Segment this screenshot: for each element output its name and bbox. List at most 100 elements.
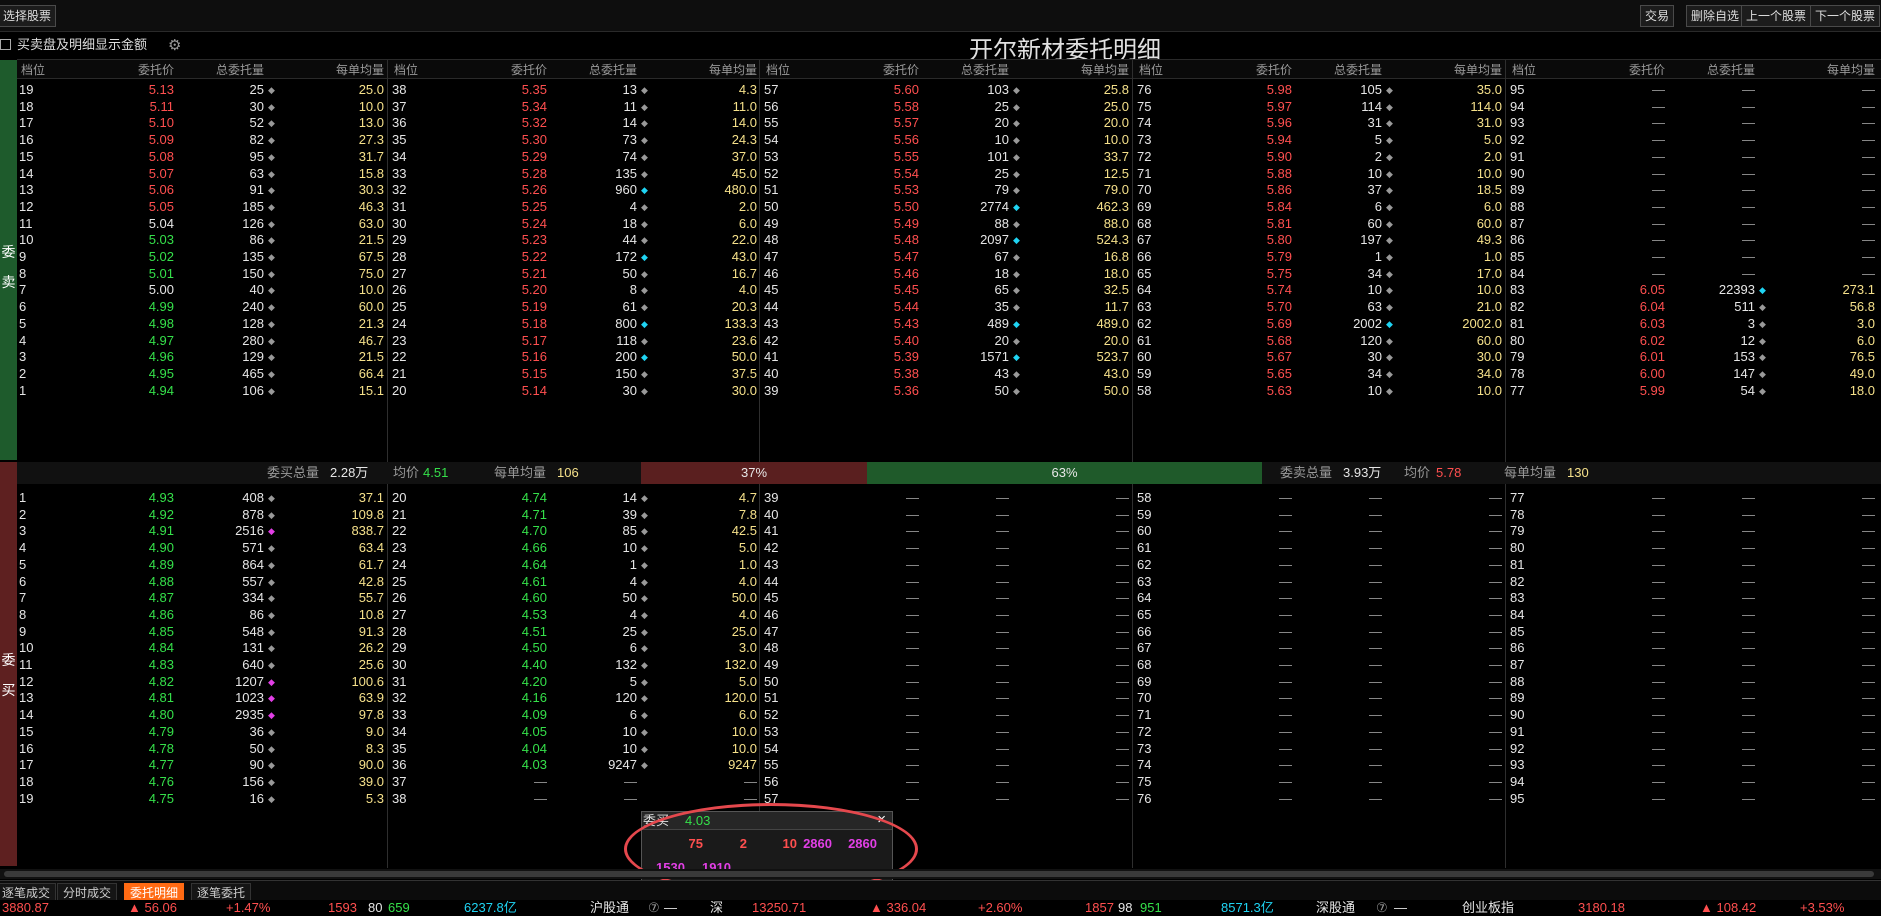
column-divider xyxy=(387,60,388,462)
header-price: 委托价 xyxy=(1255,63,1292,77)
level-cell: 38 xyxy=(392,790,407,806)
tab-tick-orders[interactable]: 逐笔委托 xyxy=(191,883,252,901)
status-item: 创业板指 xyxy=(1462,900,1515,915)
sell-side-label: 委卖 xyxy=(0,60,17,460)
price-cell: — xyxy=(1652,790,1665,806)
sell-total-value: 3.93万 xyxy=(1343,465,1382,480)
price-cell: 5.63 xyxy=(1266,382,1292,398)
sell-avg-label: 均价 xyxy=(1404,465,1431,480)
header-avg-volume: 每单均量 xyxy=(1080,63,1129,77)
status-item: 98 xyxy=(1118,900,1133,915)
avg-volume-cell: 15.1 xyxy=(358,382,384,398)
status-item: 80 xyxy=(368,900,383,915)
tab-order-detail[interactable]: 委托明细 xyxy=(124,883,185,901)
price-cell: 5.36 xyxy=(893,382,919,398)
sell-ratio-bar: 63% xyxy=(867,462,1262,484)
level-cell: 19 xyxy=(19,790,34,806)
volume-cell: — xyxy=(1369,790,1382,806)
header-avg-volume: 每单均量 xyxy=(708,63,757,77)
header-level: 档位 xyxy=(21,63,46,77)
status-item: +2.60% xyxy=(978,900,1023,915)
status-item: 沪股通 xyxy=(590,900,630,915)
status-item: 6237.8亿 xyxy=(464,900,517,915)
header-avg-volume: 每单均量 xyxy=(1826,63,1875,77)
market-status-bar: 3880.87 ▲ 56.06 +1.47% 1593 80 659 6237.8亿 沪股通 ⑦… xyxy=(0,900,1881,916)
buy-side-char-2: 买 xyxy=(1,683,16,699)
status-item: 1593 xyxy=(328,900,357,915)
sell-side-char-1: 委 xyxy=(1,245,16,261)
status-item: 深股通 xyxy=(1316,900,1356,915)
price-cell: 5.99 xyxy=(1639,382,1665,398)
next-stock-button[interactable]: 下一个股票 xyxy=(1810,5,1881,27)
column-divider xyxy=(1132,60,1133,462)
scrollbar-thumb[interactable] xyxy=(4,871,1874,877)
remove-watchlist-button[interactable]: 删除自选 xyxy=(1686,5,1745,27)
prev-stock-button[interactable]: 上一个股票 xyxy=(1741,5,1812,27)
header-price: 委托价 xyxy=(137,63,174,77)
level-cell: 58 xyxy=(1137,382,1152,398)
status-item: ⑦ xyxy=(1376,900,1388,915)
status-item: ⑦ xyxy=(648,900,660,915)
header-level: 档位 xyxy=(394,63,419,77)
header-level: 档位 xyxy=(766,63,791,77)
column-divider xyxy=(1505,484,1506,868)
level-cell: 39 xyxy=(764,382,779,398)
header-total-volume: 总委托量 xyxy=(215,63,264,77)
volume-cell: 106 xyxy=(242,382,264,398)
status-item: 659 xyxy=(388,900,410,915)
tab-time-trades[interactable]: 分时成交 xyxy=(57,883,118,901)
buy-avg-label: 均价 xyxy=(393,465,420,480)
sell-per-label: 每单均量 xyxy=(1504,465,1557,480)
status-item: 1857 xyxy=(1085,900,1114,915)
status-item: +3.53% xyxy=(1800,900,1845,915)
status-item: — xyxy=(1394,900,1407,915)
price-cell: — xyxy=(534,790,547,806)
header-level: 档位 xyxy=(1139,63,1164,77)
status-item: 13250.71 xyxy=(752,900,807,915)
status-item: — xyxy=(664,900,677,915)
tab-tick-trades[interactable]: 逐笔成交 xyxy=(0,883,57,901)
buy-per-value: 106 xyxy=(557,465,579,480)
column-divider xyxy=(1505,60,1506,462)
status-item: ▲ 56.06 xyxy=(128,900,178,915)
buy-side-char-1: 委 xyxy=(1,653,16,669)
buy-per-label: 每单均量 xyxy=(494,465,547,480)
avg-volume-cell: 10.0 xyxy=(1476,382,1502,398)
status-item: ▲ 108.42 xyxy=(1700,900,1757,915)
volume-cell: 30 xyxy=(622,382,637,398)
avg-volume-cell: — xyxy=(1862,790,1875,806)
buy-side-label: 委买 xyxy=(0,462,17,866)
column-header-row: 档位 委托价 总委托量 每单均量 档位 委托价 总委托量 每单均量 档位 委托价 总委托量 每单均量档… xyxy=(17,59,1881,79)
avg-volume-cell: 50.0 xyxy=(1103,382,1129,398)
header-price: 委托价 xyxy=(882,63,919,77)
header-total-volume: 总委托量 xyxy=(1333,63,1382,77)
price-cell: — xyxy=(1279,790,1292,806)
horizontal-scrollbar[interactable] xyxy=(0,869,1881,879)
volume-cell: — xyxy=(624,790,637,806)
header-total-volume: 总委托量 xyxy=(588,63,637,77)
header-total-volume: 总委托量 xyxy=(1706,63,1755,77)
avg-volume-cell: — xyxy=(1489,790,1502,806)
sell-per-value: 130 xyxy=(1567,465,1589,480)
buy-avg-value: 4.51 xyxy=(423,465,449,480)
status-item: 8571.3亿 xyxy=(1221,900,1274,915)
sell-avg-value: 5.78 xyxy=(1436,465,1462,480)
trade-button[interactable]: 交易 xyxy=(1640,5,1675,27)
sell-side-char-2: 卖 xyxy=(1,275,16,291)
status-item: +1.47% xyxy=(226,900,271,915)
bottom-tab-bar: 逐笔成交 分时成交 委托明细 逐笔委托 xyxy=(0,880,1881,901)
volume-cell: 16 xyxy=(249,790,264,806)
select-stock-button[interactable]: 选择股票 xyxy=(0,5,57,27)
volume-cell: 10 xyxy=(1367,382,1382,398)
level-cell: 76 xyxy=(1137,790,1152,806)
header-level: 档位 xyxy=(1512,63,1537,77)
price-cell: 5.14 xyxy=(521,382,547,398)
top-toolbar: 选择股票 交易 删除自选 上一个股票 下一个股票 xyxy=(0,0,1881,32)
status-item: ▲ 336.04 xyxy=(870,900,927,915)
level-cell: 95 xyxy=(1510,790,1525,806)
status-item: 3880.87 xyxy=(2,900,49,915)
price-cell: 4.75 xyxy=(148,790,174,806)
avg-volume-cell: 18.0 xyxy=(1849,382,1875,398)
buy-total-value: 2.28万 xyxy=(330,465,369,480)
price-cell: 4.94 xyxy=(148,382,174,398)
